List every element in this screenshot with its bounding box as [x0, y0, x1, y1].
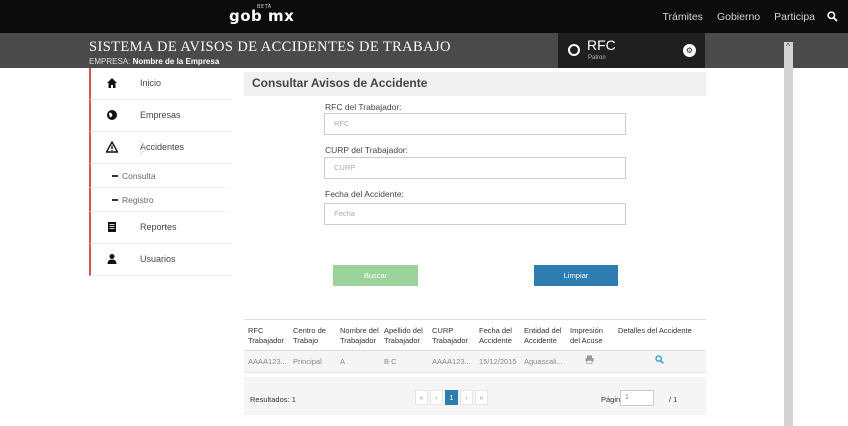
column-header: Nombre del Trabajador [340, 326, 379, 346]
table-cell: A [340, 357, 346, 366]
results-count: Resultados: 1 [250, 395, 296, 404]
table-cell: B C [384, 357, 397, 366]
page-input[interactable]: 1 [620, 390, 654, 406]
column-header-line: Trabajador [432, 336, 468, 345]
gobmx-logo[interactable]: gob mx BETA [229, 4, 294, 25]
column-header-line: Accidente [479, 336, 512, 345]
sidebar-item-reportes[interactable]: Reportes [89, 212, 230, 244]
column-header: Impresión del Acuse [570, 326, 603, 346]
gear-icon[interactable]: ⚙ [683, 44, 696, 57]
table-cell: 15/12/2015 [479, 357, 517, 366]
page-scrollbar[interactable] [784, 42, 793, 426]
empresa-label: EMPRESA: [89, 57, 131, 66]
fecha-input[interactable]: Fecha [324, 203, 626, 225]
active-arrow-icon [140, 141, 147, 155]
sidebar-item-label: Reportes [140, 222, 177, 232]
sidebar-item-inicio[interactable]: Inicio [89, 68, 230, 100]
home-icon [106, 77, 118, 89]
nav-participa[interactable]: Participa [774, 11, 815, 25]
curp-input[interactable]: CURP [324, 157, 626, 179]
search-icon[interactable] [827, 11, 838, 25]
top-nav: Trámites Gobierno Participa [648, 11, 838, 25]
column-header-line: Trabajador [340, 336, 376, 345]
column-header: RFC Trabajador [248, 326, 284, 346]
column-header-line: RFC [248, 326, 264, 335]
column-header-line: Trabajador [384, 336, 420, 345]
pager-last[interactable]: » [475, 390, 488, 405]
page-total: / 1 [669, 395, 678, 404]
sidebar-item-label: Empresas [140, 110, 181, 120]
column-header-line: Trabajador [248, 336, 284, 345]
search-details-icon[interactable] [655, 355, 664, 366]
column-header: Detalles del Accidente [618, 326, 692, 336]
table-cell: Aguascali... [524, 357, 563, 366]
table-row[interactable]: AAAA123... Principal A B C AAAA123... 15… [244, 351, 706, 373]
column-header: Centro de Trabajo [293, 326, 326, 346]
nav-gobierno[interactable]: Gobierno [717, 11, 760, 25]
sidebar-subitem-consulta[interactable]: Consulta [89, 164, 230, 188]
rfc-label: RFC [587, 37, 616, 53]
empresa-value: Nombre de la Empresa [132, 57, 220, 66]
pager-page-1[interactable]: 1 [445, 390, 458, 405]
sidebar-subitem-registro[interactable]: Registro [89, 188, 230, 212]
user-icon [106, 253, 118, 265]
pager-first[interactable]: « [415, 390, 428, 405]
column-header: Entidad del Accidente [524, 326, 562, 346]
globe-icon [106, 109, 118, 121]
sidebar-item-usuarios[interactable]: Usuarios [89, 244, 230, 276]
sidebar-item-accidentes[interactable]: Accidentes [89, 132, 230, 164]
column-header-line: Trabajo [293, 336, 319, 345]
sidebar-item-label: Inicio [140, 78, 162, 88]
table-footer: Resultados: 1 « ‹ 1 › » Página: 1 / 1 [244, 377, 706, 415]
column-header-line: Centro de [293, 326, 326, 335]
warning-icon [105, 140, 119, 153]
rfc-panel[interactable]: RFC Patron ⚙ [558, 33, 705, 68]
column-header: CURP Trabajador [432, 326, 468, 346]
column-header-line: Accidente [524, 336, 557, 345]
print-icon[interactable] [585, 355, 594, 366]
beta-badge: BETA [257, 4, 272, 10]
nav-tramites[interactable]: Trámites [662, 11, 702, 25]
column-header-line: Apellido del [384, 326, 423, 335]
system-title: SISTEMA DE AVISOS DE ACCIDENTES DE TRABA… [89, 39, 451, 55]
sidebar-subitem-label: Consulta [122, 171, 156, 181]
limpiar-button[interactable]: Limpiar [534, 265, 618, 286]
sidebar-item-label: Usuarios [140, 254, 176, 264]
page-title: Consultar Avisos de Accidente [244, 72, 706, 96]
table-header: RFC Trabajador Centro de Trabajo Nombre de… [244, 319, 706, 351]
curp-field-label: CURP del Trabajador: [325, 145, 408, 155]
column-header-line: Detalles del Accidente [618, 326, 692, 335]
column-header-line: del Acuse [570, 336, 603, 345]
column-header-line: Fecha del [479, 326, 512, 335]
table-cell: AAAA123... [432, 357, 471, 366]
sidebar: Inicio Empresas Accidentes Consulta Regi… [89, 68, 230, 426]
user-circle-icon [568, 44, 580, 56]
column-header: Apellido del Trabajador [384, 326, 423, 346]
buscar-button[interactable]: Buscar [333, 265, 418, 286]
rfc-input[interactable]: RFC [324, 113, 626, 135]
empresa-line: EMPRESA: Nombre de la Empresa [89, 57, 219, 66]
table-cell: Principal [293, 357, 322, 366]
pagination: « ‹ 1 › » [415, 390, 490, 405]
sidebar-subitem-label: Registro [122, 195, 154, 205]
column-header-line: Nombre del [340, 326, 379, 335]
top-bar: gob mx BETA Trámites Gobierno Participa [0, 0, 848, 33]
column-header-line: CURP [432, 326, 454, 335]
pager-prev[interactable]: ‹ [430, 390, 443, 405]
report-icon [106, 221, 118, 233]
sidebar-item-empresas[interactable]: Empresas [89, 100, 230, 132]
scroll-up-icon[interactable]: ^ [786, 41, 790, 51]
system-header: SISTEMA DE AVISOS DE ACCIDENTES DE TRABA… [0, 33, 848, 68]
table-cell: AAAA123... [248, 357, 287, 366]
rfc-sublabel: Patron [588, 55, 606, 61]
dash-icon [112, 199, 118, 201]
column-header-line: Impresión [570, 326, 603, 335]
column-header: Fecha del Accidente [479, 326, 512, 346]
fecha-field-label: Fecha del Accidente: [325, 189, 404, 199]
dash-icon [112, 175, 118, 177]
pager-next[interactable]: › [460, 390, 473, 405]
rfc-field-label: RFC del Trabajador: [325, 102, 402, 112]
column-header-line: Entidad del [524, 326, 562, 335]
